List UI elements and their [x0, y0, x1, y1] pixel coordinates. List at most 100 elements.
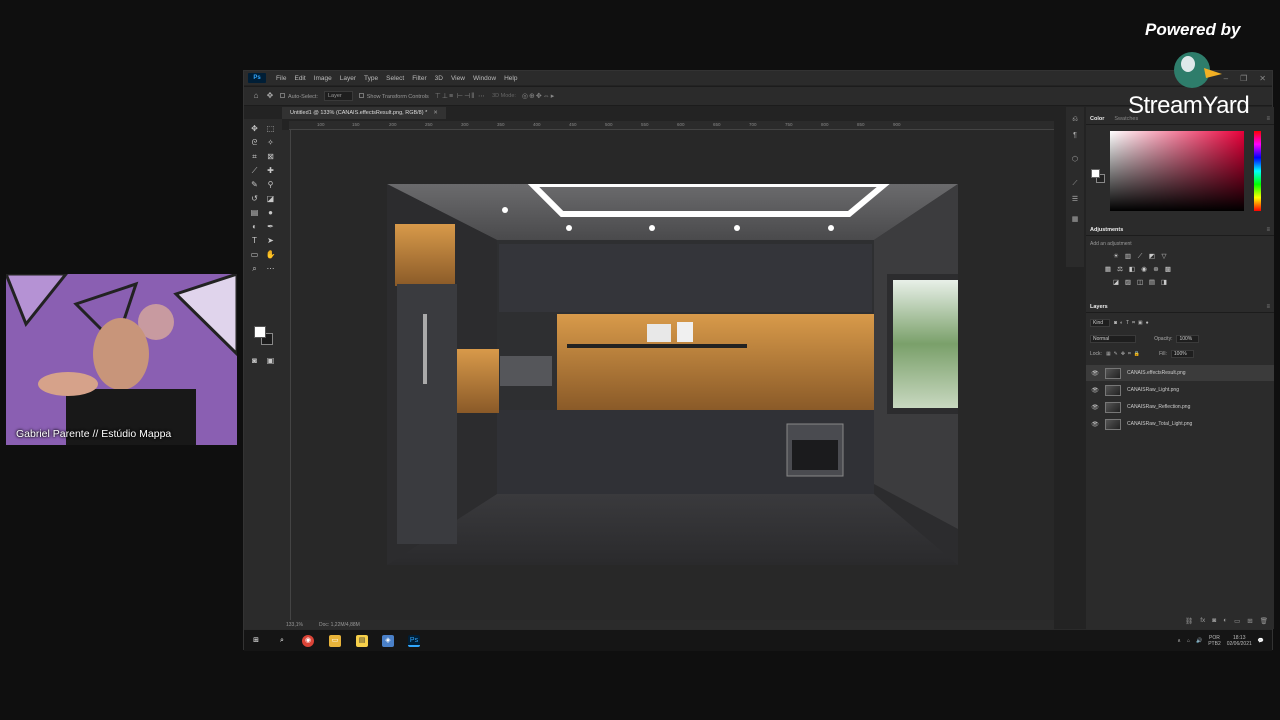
- add-mask-icon[interactable]: ◙: [1212, 617, 1216, 625]
- menu-type[interactable]: Type: [360, 75, 382, 82]
- sticky-notes-icon[interactable]: ▤: [356, 635, 368, 647]
- eyedropper-icon[interactable]: ⟋: [249, 165, 260, 176]
- trash-icon[interactable]: 🗑: [1260, 617, 1268, 625]
- tab-close-icon[interactable]: ✕: [433, 110, 438, 116]
- eraser-icon[interactable]: ◪: [265, 193, 276, 204]
- close-icon[interactable]: ✕: [1259, 74, 1266, 83]
- hue-saturation-icon[interactable]: ▦: [1104, 266, 1112, 274]
- transform-controls-checkbox[interactable]: Show Transform Controls: [358, 92, 429, 100]
- restore-icon[interactable]: ❐: [1240, 74, 1247, 83]
- clock[interactable]: 18:13 02/06/2021: [1227, 635, 1252, 647]
- layer-row[interactable]: 👁 CANAIS.effectsResult.png: [1086, 365, 1274, 381]
- panel-menu-icon[interactable]: ≡: [1266, 116, 1270, 122]
- visibility-eye-icon[interactable]: 👁: [1091, 387, 1099, 394]
- home-icon[interactable]: ⌂: [252, 92, 260, 100]
- color-lookup-icon[interactable]: ▩: [1164, 266, 1172, 274]
- pen-tool-icon[interactable]: ✒: [265, 221, 276, 232]
- lock-icons[interactable]: ▦✎✥⌗🔒: [1106, 351, 1143, 357]
- dodge-tool-icon[interactable]: ◐: [249, 221, 260, 232]
- doc-size[interactable]: Doc: 1,22M/4,88M: [319, 622, 360, 628]
- visibility-eye-icon[interactable]: 👁: [1091, 404, 1099, 411]
- clone-stamp-icon[interactable]: ⚲: [265, 179, 276, 190]
- panel-foreground-swatch[interactable]: [1091, 169, 1100, 178]
- search-icon[interactable]: ⌕: [276, 635, 288, 647]
- magic-wand-icon[interactable]: ✧: [265, 137, 276, 148]
- move-tool-icon[interactable]: ✥: [249, 123, 260, 134]
- windows-start-icon[interactable]: ⊞: [250, 635, 262, 647]
- tab-adjustments[interactable]: Adjustments: [1090, 227, 1123, 233]
- history-brush-icon[interactable]: ↺: [249, 193, 260, 204]
- visibility-eye-icon[interactable]: 👁: [1091, 421, 1099, 428]
- auto-select-checkbox[interactable]: Auto-Select:: [280, 92, 318, 100]
- panel-menu-icon[interactable]: ≡: [1266, 304, 1270, 310]
- language-indicator[interactable]: POR PTB2: [1208, 635, 1221, 647]
- new-layer-icon[interactable]: ⊞: [1247, 617, 1252, 625]
- layer-row[interactable]: 👁 CANAISRaw_Reflection.png: [1086, 399, 1274, 415]
- chrome-icon[interactable]: ◉: [302, 635, 314, 647]
- brush-tool-icon[interactable]: ✎: [249, 179, 260, 190]
- move-tool-icon[interactable]: ✥: [266, 92, 274, 100]
- adjustment-layer-icon[interactable]: ◐: [1223, 617, 1227, 625]
- more-tools-icon[interactable]: ⋯: [265, 263, 276, 274]
- photoshop-taskbar-icon[interactable]: Ps: [408, 635, 420, 647]
- channel-mixer-icon[interactable]: ⊛: [1152, 266, 1160, 274]
- history-panel-icon[interactable]: ⎌: [1070, 115, 1080, 125]
- document-tab[interactable]: Untitled1 @ 133% (CANAIS.effectsResult.p…: [282, 107, 446, 119]
- brightness-icon[interactable]: ☀: [1112, 253, 1120, 261]
- fill-input[interactable]: 100%: [1170, 350, 1194, 358]
- black-white-icon[interactable]: ◧: [1128, 266, 1136, 274]
- 3d-mode-icons[interactable]: ◎⊕✥⇔▸: [522, 92, 555, 100]
- menu-window[interactable]: Window: [469, 75, 500, 82]
- layer-filter-kind[interactable]: Kind: [1090, 319, 1111, 327]
- color-picker-field[interactable]: [1110, 131, 1244, 211]
- rectangle-tool-icon[interactable]: ▭: [249, 249, 260, 260]
- menu-3d[interactable]: 3D: [431, 75, 447, 82]
- link-layers-icon[interactable]: ⛓: [1185, 617, 1193, 625]
- tab-color[interactable]: Color: [1090, 116, 1104, 122]
- path-select-icon[interactable]: ➤: [265, 235, 276, 246]
- crop-tool-icon[interactable]: ⌗: [249, 151, 260, 162]
- properties-panel-icon[interactable]: ☰: [1070, 195, 1080, 205]
- menu-help[interactable]: Help: [500, 75, 521, 82]
- gradient-tool-icon[interactable]: ▤: [249, 207, 260, 218]
- brush-panel-icon[interactable]: ⟋: [1070, 179, 1080, 189]
- align-icons[interactable]: ⊤⊥≡ ⊢⊣‖ ⋯: [435, 92, 486, 100]
- 3d-panel-icon[interactable]: ⬡: [1070, 155, 1080, 165]
- group-icon[interactable]: ▭: [1234, 617, 1240, 625]
- volume-icon[interactable]: 🔊: [1196, 638, 1202, 644]
- app-icon[interactable]: ◈: [382, 635, 394, 647]
- photo-filter-icon[interactable]: ◉: [1140, 266, 1148, 274]
- posterize-icon[interactable]: ▨: [1124, 279, 1132, 287]
- file-explorer-icon[interactable]: ▭: [329, 635, 341, 647]
- libraries-panel-icon[interactable]: ▦: [1070, 215, 1080, 225]
- type-tool-icon[interactable]: T: [249, 235, 260, 246]
- gradient-map-icon[interactable]: ▤: [1148, 279, 1156, 287]
- threshold-icon[interactable]: ◫: [1136, 279, 1144, 287]
- paragraph-panel-icon[interactable]: ¶: [1070, 131, 1080, 141]
- notifications-icon[interactable]: 💬: [1258, 638, 1264, 644]
- menu-filter[interactable]: Filter: [408, 75, 430, 82]
- opacity-input[interactable]: 100%: [1176, 335, 1200, 343]
- zoom-tool-icon[interactable]: ⌕: [249, 263, 260, 274]
- vibrance-icon[interactable]: ▽: [1160, 253, 1168, 261]
- quick-mask-icon[interactable]: ◙: [249, 355, 260, 366]
- screen-mode-icon[interactable]: ▣: [265, 355, 276, 366]
- color-balance-icon[interactable]: ⚖: [1116, 266, 1124, 274]
- panel-menu-icon[interactable]: ≡: [1266, 227, 1270, 233]
- auto-select-dropdown[interactable]: Layer: [323, 91, 353, 101]
- menu-file[interactable]: File: [272, 75, 290, 82]
- levels-icon[interactable]: ▥: [1124, 253, 1132, 261]
- zoom-level[interactable]: 133,1%: [286, 622, 303, 628]
- menu-image[interactable]: Image: [310, 75, 336, 82]
- menu-edit[interactable]: Edit: [290, 75, 309, 82]
- menu-view[interactable]: View: [447, 75, 469, 82]
- lasso-tool-icon[interactable]: ᘓ: [249, 137, 260, 148]
- layer-row[interactable]: 👁 CANAISRaw_Total_Light.png: [1086, 416, 1274, 432]
- exposure-icon[interactable]: ◩: [1148, 253, 1156, 261]
- healing-brush-icon[interactable]: ✚: [265, 165, 276, 176]
- menu-select[interactable]: Select: [382, 75, 408, 82]
- minimize-icon[interactable]: –: [1224, 74, 1228, 83]
- menu-layer[interactable]: Layer: [336, 75, 360, 82]
- blur-tool-icon[interactable]: ●: [265, 207, 276, 218]
- curves-icon[interactable]: ⟋: [1136, 253, 1144, 261]
